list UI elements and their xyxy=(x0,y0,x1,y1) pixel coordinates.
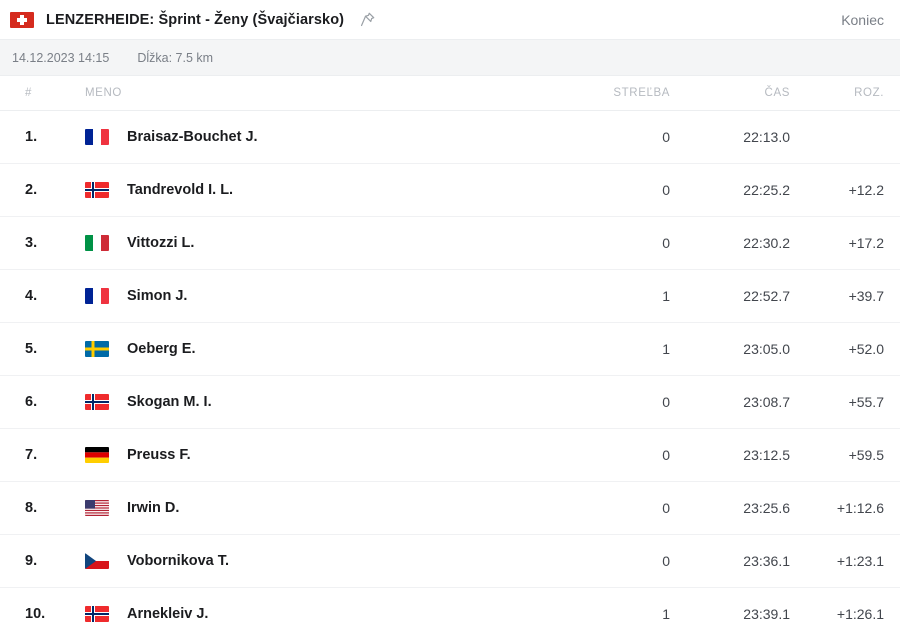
event-datetime: 14.12.2023 14:15 xyxy=(12,50,110,65)
italy-flag-icon xyxy=(85,235,109,251)
table-row[interactable]: 2. Tandrevold I. L. 0 22:25.2 +12.2 xyxy=(0,164,900,217)
time-difference: +12.2 xyxy=(848,181,884,198)
sweden-flag-icon xyxy=(85,341,109,357)
column-header-diff: ROZ. xyxy=(854,87,884,99)
athlete-name: Irwin D. xyxy=(127,500,180,516)
table-header-row: # MENO STREĽBA ČAS ROZ. xyxy=(0,76,900,111)
shooting-penalties: 0 xyxy=(662,393,670,410)
time-difference: +59.5 xyxy=(848,446,884,463)
shooting-penalties: 0 xyxy=(662,446,670,463)
finish-time: 22:25.2 xyxy=(743,181,790,198)
switzerland-flag-icon xyxy=(10,11,34,28)
time-difference: +1:23.1 xyxy=(836,552,884,569)
row-rank: 2. xyxy=(25,182,38,198)
finish-time: 23:39.1 xyxy=(743,605,790,622)
time-difference: +17.2 xyxy=(848,234,884,251)
norway-flag-icon xyxy=(85,394,109,410)
finish-time: 23:12.5 xyxy=(743,446,790,463)
row-rank: 8. xyxy=(25,500,38,516)
athlete-name: Vittozzi L. xyxy=(127,235,195,251)
shooting-penalties: 1 xyxy=(662,340,670,357)
france-flag-icon xyxy=(85,129,109,145)
time-difference: +1:12.6 xyxy=(836,499,884,516)
event-meta-bar: 14.12.2023 14:15 Dĺžka: 7.5 km xyxy=(0,40,900,76)
pin-icon[interactable] xyxy=(358,11,376,29)
france-flag-icon xyxy=(85,288,109,304)
athlete-name: Preuss F. xyxy=(127,447,191,463)
column-header-rank: # xyxy=(25,87,32,99)
row-rank: 9. xyxy=(25,553,38,569)
finish-time: 23:08.7 xyxy=(743,393,790,410)
row-rank: 4. xyxy=(25,288,38,304)
finish-time: 23:25.6 xyxy=(743,499,790,516)
row-rank: 7. xyxy=(25,447,38,463)
athlete-name: Oeberg E. xyxy=(127,341,196,357)
table-row[interactable]: 5. Oeberg E. 1 23:05.0 +52.0 xyxy=(0,323,900,376)
table-row[interactable]: 3. Vittozzi L. 0 22:30.2 +17.2 xyxy=(0,217,900,270)
finish-time: 22:13.0 xyxy=(743,128,790,145)
table-row[interactable]: 4. Simon J. 1 22:52.7 +39.7 xyxy=(0,270,900,323)
finish-time: 23:36.1 xyxy=(743,552,790,569)
row-rank: 3. xyxy=(25,235,38,251)
usa-flag-icon xyxy=(85,500,109,516)
shooting-penalties: 0 xyxy=(662,499,670,516)
athlete-name: Simon J. xyxy=(127,288,188,304)
time-difference: +55.7 xyxy=(848,393,884,410)
status-badge: Koniec xyxy=(841,11,884,28)
shooting-penalties: 1 xyxy=(662,287,670,304)
table-row[interactable]: 9. Vobornikova T. 0 23:36.1 +1:23.1 xyxy=(0,535,900,588)
shooting-penalties: 0 xyxy=(662,128,670,145)
column-header-name: MENO xyxy=(85,87,122,99)
row-rank: 6. xyxy=(25,394,38,410)
column-header-time: ČAS xyxy=(764,87,790,99)
row-rank: 10. xyxy=(25,606,46,622)
shooting-penalties: 0 xyxy=(662,234,670,251)
results-rows: 1. Braisaz-Bouchet J. 0 22:13.0 2. Tandrevold… xyxy=(0,111,900,640)
time-difference: +52.0 xyxy=(848,340,884,357)
table-row[interactable]: 8. Irwin D. 0 23:25.6 +1:12.6 xyxy=(0,482,900,535)
czech-republic-flag-icon xyxy=(85,553,109,569)
column-header-shooting: STREĽBA xyxy=(613,87,670,99)
athlete-name: Tandrevold I. L. xyxy=(127,182,234,198)
shooting-penalties: 0 xyxy=(662,552,670,569)
table-row[interactable]: 1. Braisaz-Bouchet J. 0 22:13.0 xyxy=(0,111,900,164)
athlete-name: Arnekleiv J. xyxy=(127,606,209,622)
norway-flag-icon xyxy=(85,182,109,198)
shooting-penalties: 1 xyxy=(662,605,670,622)
finish-time: 22:30.2 xyxy=(743,234,790,251)
results-table: # MENO STREĽBA ČAS ROZ. 1. Braisaz-Bouche… xyxy=(0,76,900,640)
event-header: LENZERHEIDE: Šprint - Ženy (Švajčiarsko)… xyxy=(0,0,900,40)
row-rank: 5. xyxy=(25,341,38,357)
time-difference: +1:26.1 xyxy=(836,605,884,622)
athlete-name: Braisaz-Bouchet J. xyxy=(127,129,258,145)
athlete-name: Skogan M. I. xyxy=(127,394,212,410)
table-row[interactable]: 6. Skogan M. I. 0 23:08.7 +55.7 xyxy=(0,376,900,429)
time-difference: +39.7 xyxy=(848,287,884,304)
norway-flag-icon xyxy=(85,606,109,622)
page-title: LENZERHEIDE: Šprint - Ženy (Švajčiarsko) xyxy=(46,11,345,28)
table-row[interactable]: 10. Arnekleiv J. 1 23:39.1 +1:26.1 xyxy=(0,588,900,640)
finish-time: 23:05.0 xyxy=(743,340,790,357)
germany-flag-icon xyxy=(85,447,109,463)
table-row[interactable]: 7. Preuss F. 0 23:12.5 +59.5 xyxy=(0,429,900,482)
athlete-name: Vobornikova T. xyxy=(127,553,230,569)
row-rank: 1. xyxy=(25,129,38,145)
shooting-penalties: 0 xyxy=(662,181,670,198)
event-length: Dĺžka: 7.5 km xyxy=(137,50,214,65)
finish-time: 22:52.7 xyxy=(743,287,790,304)
